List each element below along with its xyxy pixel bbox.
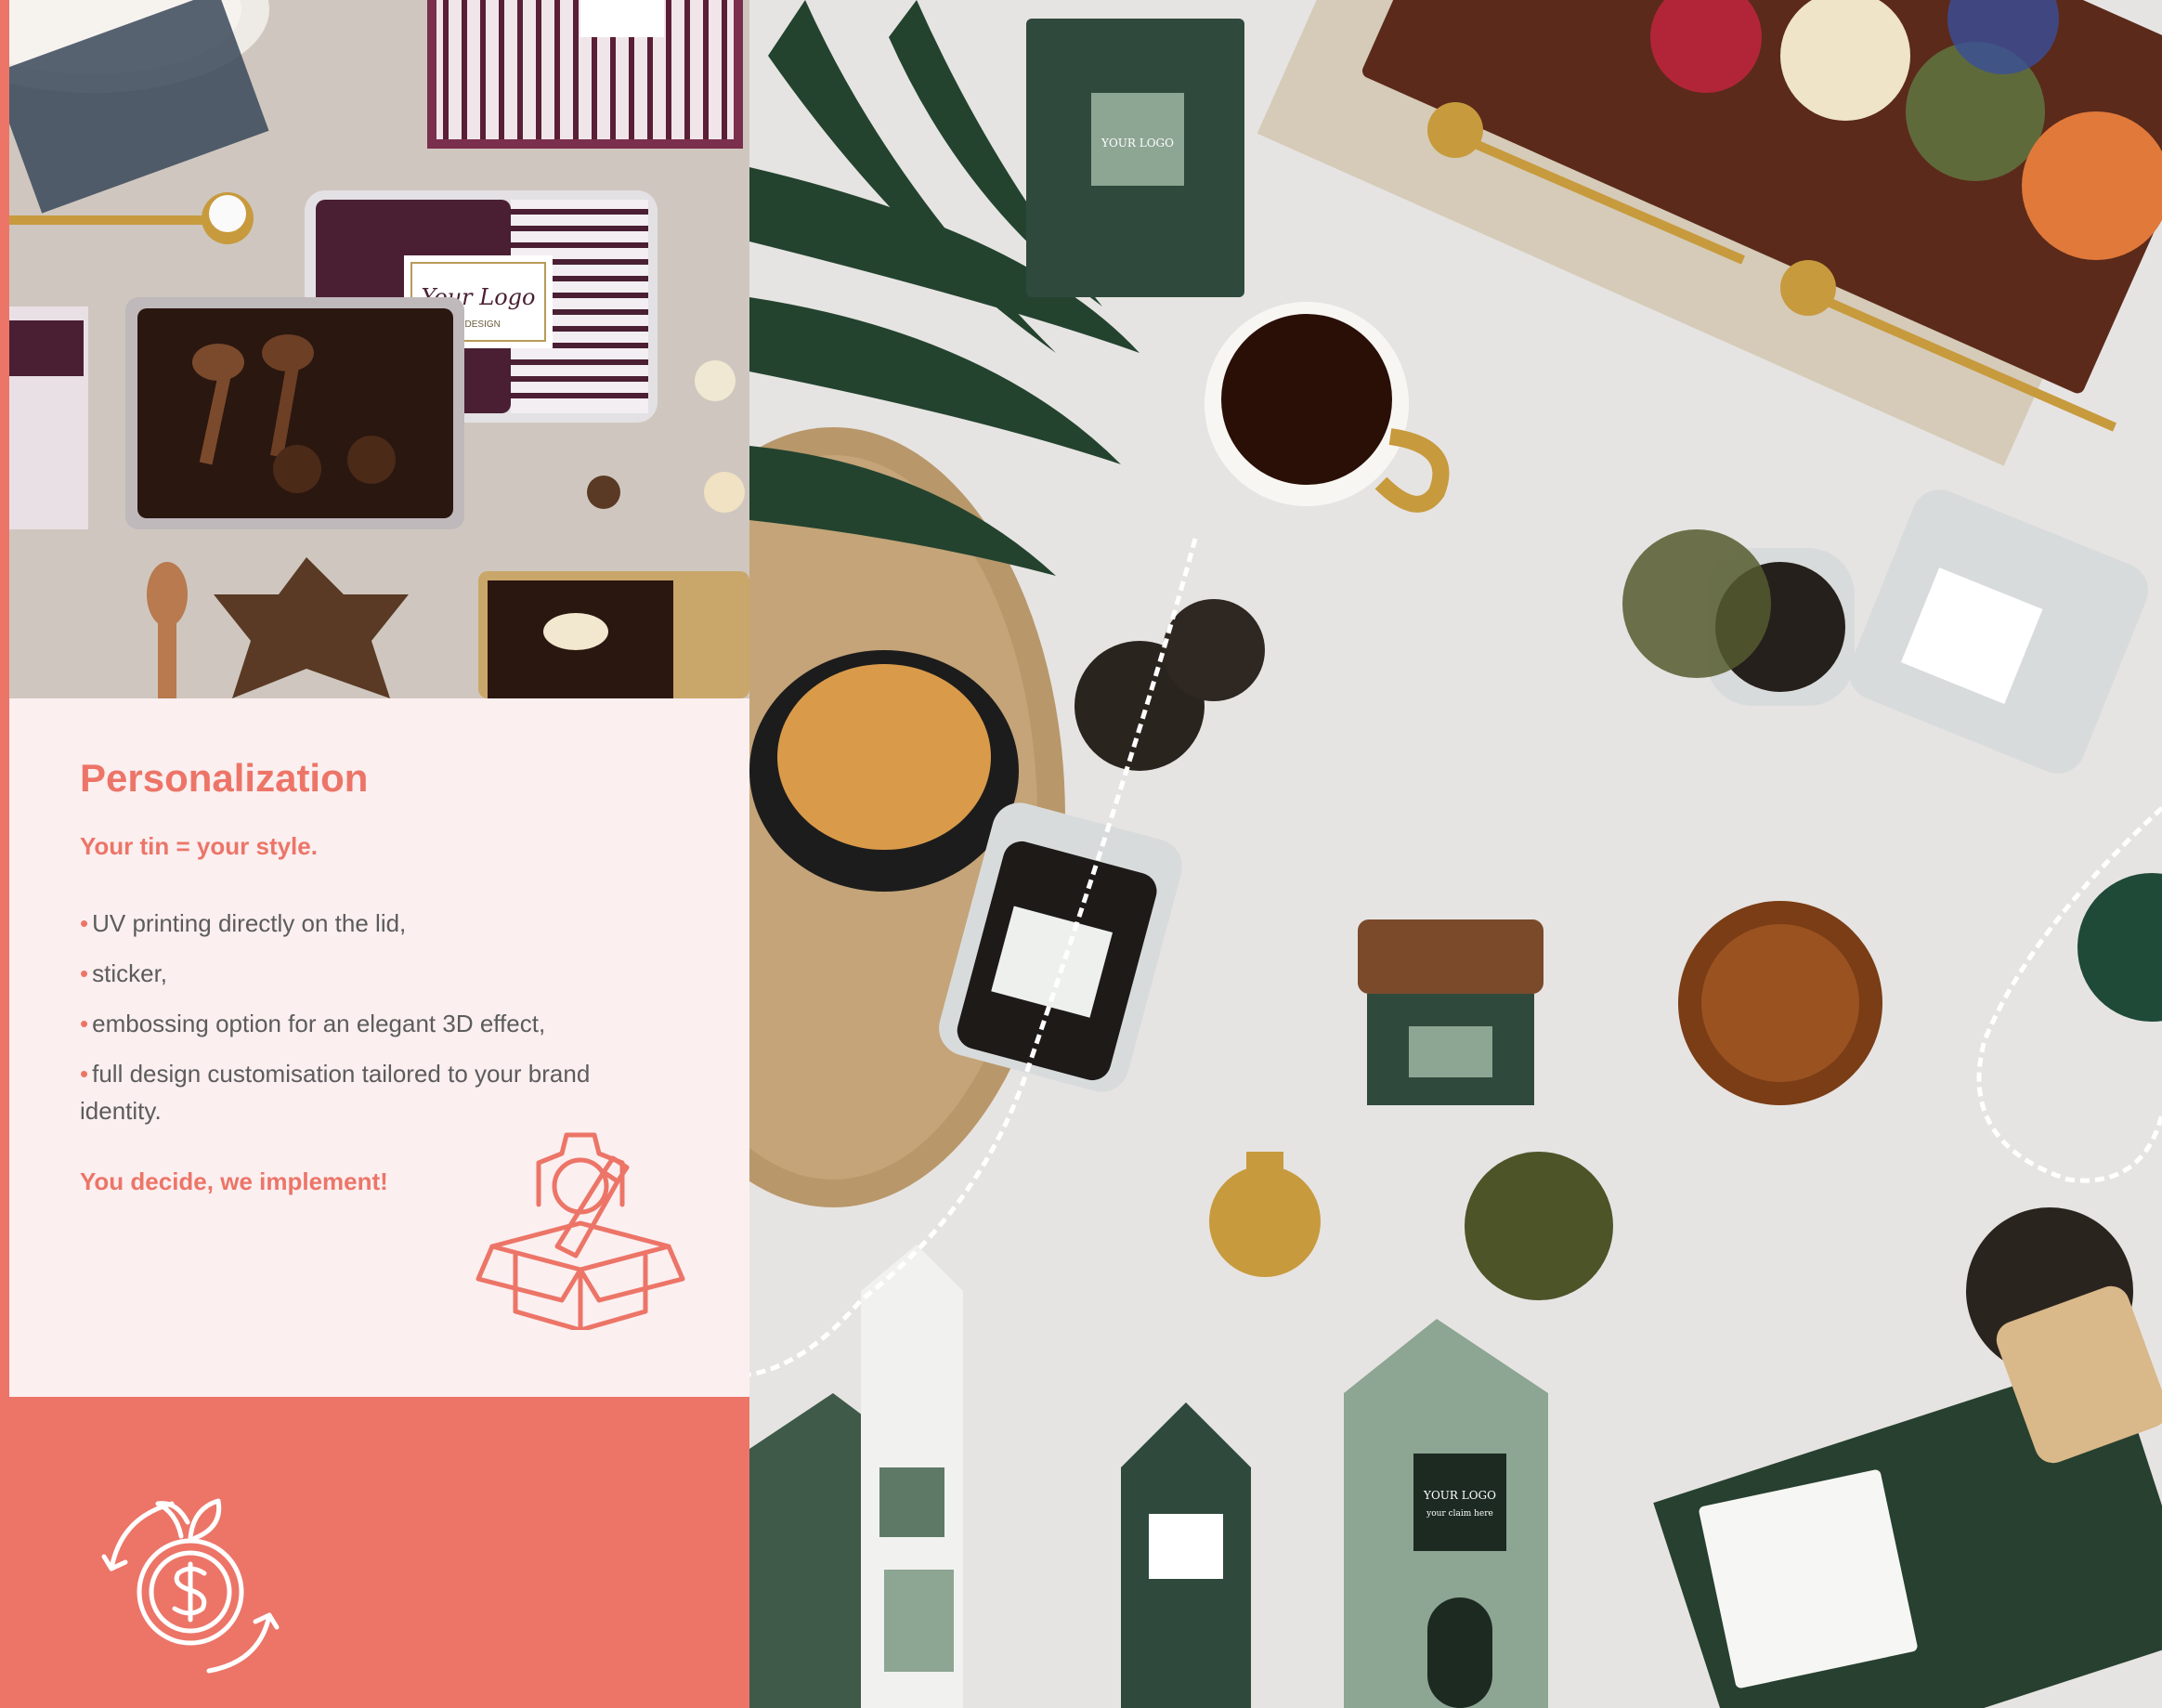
label-claim-house: your claim here — [1426, 1509, 1493, 1519]
section-heading: Personalization — [80, 756, 369, 800]
closing-statement: You decide, we implement! — [80, 1167, 388, 1195]
feature-list-item: • UV printing directly on the lid, — [80, 909, 407, 937]
label-logo-house: YOUR LOGO — [1423, 1489, 1496, 1502]
money-cycle-icon — [84, 1480, 297, 1675]
chocolate-tins-photo: Your Logo & DESIGN — [9, 0, 749, 698]
section-subheading: Your tin = your style. — [80, 832, 318, 860]
left-edge-stripe — [0, 0, 9, 1708]
tea-products-photo: YOUR LOGO YOUR LOGO your claim here — [749, 0, 2162, 1708]
feature-list-item: • embossing option for an elegant 3D effe… — [80, 1010, 546, 1037]
gift-box-gear-icon — [474, 1107, 687, 1330]
coral-footer-panel — [9, 1397, 749, 1708]
label-logo-top: YOUR LOGO — [1101, 137, 1174, 150]
feature-list-item: • sticker, — [80, 959, 168, 987]
personalization-panel: Personalization Your tin = your style. •… — [9, 698, 749, 1397]
